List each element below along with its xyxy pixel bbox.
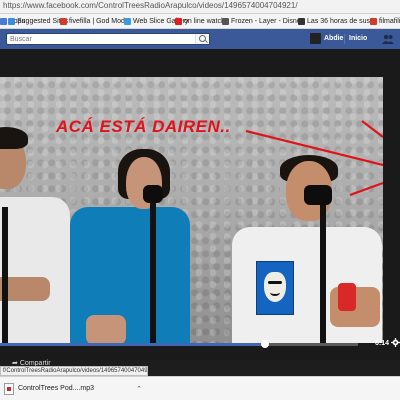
search-box[interactable]: [6, 33, 210, 45]
address-url[interactable]: https://www.facebook.com/ControlTreesRad…: [3, 1, 298, 10]
bookmark-favicon-icon: [175, 18, 182, 25]
seek-progress: [0, 343, 265, 346]
annotation-arrows: [245, 120, 383, 197]
bookmark-label: Las 36 horas de sus: [307, 18, 371, 25]
home-link[interactable]: Inicio: [349, 35, 367, 42]
arrow-line-3: [349, 181, 383, 197]
status-bar-url: f/ControlTreesRadioArapulco/videos/14965…: [0, 366, 148, 376]
header-divider: [344, 34, 345, 44]
gear-icon[interactable]: [391, 338, 400, 347]
bookmark-favicon-icon: [222, 18, 229, 25]
bookmarks-bar: Apps Suggested Sites fivefilla | God Mode W…: [0, 14, 400, 29]
bookmark-label: on line watch: [184, 18, 225, 25]
address-bar[interactable]: https://www.facebook.com/ControlTreesRad…: [0, 0, 400, 14]
search-icon: [199, 35, 206, 42]
facebook-header: Abdiel Inicio: [0, 29, 400, 49]
bookmark-item[interactable]: fivefilla | God Mode: [60, 16, 129, 27]
elapsed-time: 6:14: [375, 340, 390, 347]
arrow-line-1: [245, 129, 383, 167]
bookmark-item[interactable]: Las 36 horas de sus: [298, 16, 370, 27]
bookmark-label: Frozen - Layer - Disney: [231, 18, 305, 25]
download-item[interactable]: ControlTrees Pod....mp3 ⌃: [4, 381, 142, 396]
bookmark-favicon-icon: [0, 18, 7, 25]
bookmark-favicon-icon: [370, 18, 377, 25]
video-player[interactable]: ACÁ ESTÁ DAIREN..: [0, 49, 400, 360]
arrow-line-2: [361, 120, 383, 138]
video-controls: 6:14: [0, 335, 400, 359]
friends-icon[interactable]: [382, 34, 394, 44]
bookmark-favicon-icon: [60, 18, 67, 25]
bookmark-item[interactable]: filmafilia: [370, 16, 400, 27]
bookmark-item[interactable]: on line watch: [175, 16, 225, 27]
download-filename: ControlTrees Pod....mp3: [18, 385, 94, 392]
bookmark-label: filmafilia: [379, 18, 400, 25]
avatar[interactable]: [310, 33, 321, 44]
video-frame[interactable]: ACÁ ESTÁ DAIREN..: [0, 77, 383, 343]
file-icon: [4, 382, 14, 395]
seek-handle[interactable]: [261, 340, 269, 348]
bookmark-item[interactable]: Frozen - Layer - Disney: [222, 16, 304, 27]
bookmark-favicon-icon: [298, 18, 305, 25]
download-bar: ControlTrees Pod....mp3 ⌃: [0, 376, 400, 400]
profile-name-link[interactable]: Abdiel: [324, 35, 345, 42]
chevron-up-icon[interactable]: ⌃: [136, 385, 142, 393]
bookmark-favicon-icon: [8, 18, 15, 25]
search-button[interactable]: [195, 34, 209, 44]
bookmark-label: fivefilla | God Mode: [69, 18, 129, 25]
bookmark-favicon-icon: [124, 18, 131, 25]
bookmark-item[interactable]: Suggested Sites: [8, 16, 68, 27]
search-input[interactable]: [7, 34, 199, 44]
seek-bar[interactable]: [0, 340, 358, 348]
